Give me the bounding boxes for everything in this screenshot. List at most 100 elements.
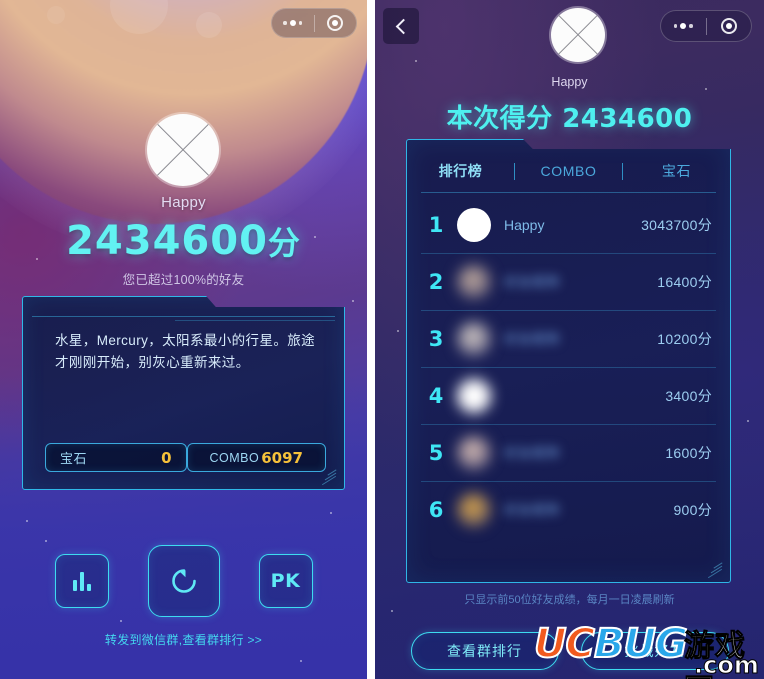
pk-button[interactable]: PK	[258, 554, 313, 608]
decorative-bubble	[196, 12, 222, 38]
row-avatar	[457, 435, 491, 470]
combo-label: COMBO	[209, 450, 260, 465]
planet-description: 水星，Mercury，太阳系最小的行星。旅途才刚刚开始，别灰心重新来过。	[55, 333, 316, 370]
current-score-value: 2434600	[562, 104, 693, 134]
row-rank: 3	[428, 326, 444, 351]
row-nickname: 好友昵称	[504, 444, 560, 461]
star-dot	[747, 420, 749, 422]
row-points: 900分	[673, 501, 712, 518]
chevron-left-icon	[395, 18, 411, 34]
avatar	[147, 114, 219, 186]
row-rank: 5	[428, 440, 444, 465]
leaderboard-tabs: 排行榜 COMBO 宝石	[407, 154, 730, 188]
leaderboard-screen: Happy 本次得分 2434600 排行榜 COMBO 宝石 1 Happy …	[375, 0, 764, 679]
row-avatar	[457, 378, 491, 413]
current-score-headline: 本次得分 2434600	[375, 98, 764, 135]
tabs-underline	[421, 192, 716, 193]
card-top-line-2	[175, 320, 335, 321]
gem-label: 宝石	[60, 451, 88, 466]
star-dot	[330, 512, 332, 514]
wechat-capsule-left[interactable]	[271, 8, 357, 38]
row-avatar	[457, 264, 491, 299]
row-points: 3400分	[665, 387, 712, 404]
row-points: 3043700分	[641, 216, 712, 233]
star-dot	[120, 620, 122, 622]
row-nickname: 好友昵称	[504, 273, 560, 290]
table-row[interactable]: 2 好友昵称 16400分	[407, 253, 730, 310]
action-button-row: PK	[0, 545, 367, 617]
refresh-icon	[171, 569, 196, 593]
table-row[interactable]: 6 好友昵称 900分	[407, 481, 730, 538]
back-button[interactable]	[383, 8, 419, 44]
leaderboard-note: 只显示前50位好友成绩，每月一日凌晨刷新	[464, 594, 675, 606]
row-avatar	[457, 207, 491, 242]
row-nickname: 好友昵称	[504, 330, 560, 347]
target-circle-icon	[720, 18, 737, 34]
close-miniprogram-button[interactable]	[315, 9, 357, 37]
star-dot	[300, 660, 302, 662]
more-dots-icon	[283, 20, 303, 26]
combo-value: 6097	[261, 448, 303, 467]
stats-badges: 宝石 0 COMBO 6097	[45, 443, 326, 472]
table-row[interactable]: 4 3400分	[407, 367, 730, 424]
share-to-group-link[interactable]: 转发到微信群,查看群排行 >>	[0, 631, 367, 648]
challenge-friend-button[interactable]: 挑战好友	[580, 632, 729, 670]
star-dot	[415, 60, 417, 62]
row-nickname: Happy	[504, 216, 545, 233]
leaderboard-action-row: 查看群排行 挑战好友	[375, 632, 764, 670]
star-dot	[26, 520, 28, 522]
current-score-label: 本次得分	[446, 104, 553, 134]
gem-value: 0	[161, 448, 172, 467]
tab-combo[interactable]: COMBO	[515, 163, 622, 179]
star-dot	[45, 540, 47, 542]
close-miniprogram-button[interactable]	[707, 11, 752, 41]
row-rank: 1	[428, 212, 444, 237]
wechat-capsule-right[interactable]	[660, 10, 752, 42]
target-circle-icon	[327, 15, 344, 31]
star-dot	[397, 330, 399, 332]
more-dots-icon	[673, 23, 693, 29]
result-screen: Happy 2434600分 您已超过100%的好友 水星，Mercury，太阳…	[0, 0, 367, 679]
row-points: 16400分	[657, 273, 712, 290]
corner-hatch-decoration	[705, 562, 723, 579]
combo-badge: COMBO 6097	[186, 443, 326, 472]
more-menu-button[interactable]	[661, 11, 706, 41]
leaderboard-rows: 1 Happy 3043700分 2 好友昵称 16400分 3 好友昵称 10…	[407, 196, 730, 572]
star-dot	[391, 610, 393, 612]
leaderboard-panel: 排行榜 COMBO 宝石 1 Happy 3043700分 2 好友昵称 164…	[406, 139, 731, 583]
avatar	[551, 8, 605, 62]
row-rank: 4	[428, 383, 444, 408]
corner-hatch-decoration	[319, 469, 337, 486]
row-points: 1600分	[665, 444, 712, 461]
restart-button[interactable]	[147, 545, 220, 617]
more-menu-button[interactable]	[272, 9, 314, 37]
gem-badge: 宝石 0	[45, 443, 187, 472]
pk-button-label: PK	[270, 570, 301, 592]
decorative-bubble	[47, 6, 65, 24]
table-row[interactable]: 5 好友昵称 1600分	[407, 424, 730, 481]
final-score-unit: 分	[267, 224, 301, 262]
row-avatar	[457, 492, 491, 527]
panel-divider	[367, 0, 375, 679]
row-rank: 2	[428, 269, 444, 294]
row-nickname: 好友昵称	[504, 501, 560, 518]
planet-info-card: 水星，Mercury，太阳系最小的行星。旅途才刚刚开始，别灰心重新来过。 宝石 …	[22, 296, 345, 490]
bar-chart-icon	[72, 571, 91, 591]
card-top-line	[32, 316, 335, 317]
rank-chart-button[interactable]	[54, 554, 109, 608]
screenshot-root: Happy 2434600分 您已超过100%的好友 水星，Mercury，太阳…	[0, 0, 764, 679]
row-avatar	[457, 321, 491, 356]
table-row[interactable]: 3 好友昵称 10200分	[407, 310, 730, 367]
row-rank: 6	[428, 497, 444, 522]
tab-ranking[interactable]: 排行榜	[407, 161, 514, 181]
view-group-rank-button[interactable]: 查看群排行	[410, 632, 559, 670]
player-nickname: Happy	[161, 194, 206, 211]
row-points: 10200分	[657, 330, 712, 347]
star-dot	[352, 300, 354, 302]
player-nickname: Happy	[551, 75, 588, 89]
tab-gem[interactable]: 宝石	[623, 161, 730, 181]
final-score: 2434600分	[0, 218, 367, 264]
table-row[interactable]: 1 Happy 3043700分	[407, 196, 730, 253]
final-score-number: 2434600	[66, 218, 268, 264]
beat-percentage-text: 您已超过100%的好友	[122, 273, 245, 287]
